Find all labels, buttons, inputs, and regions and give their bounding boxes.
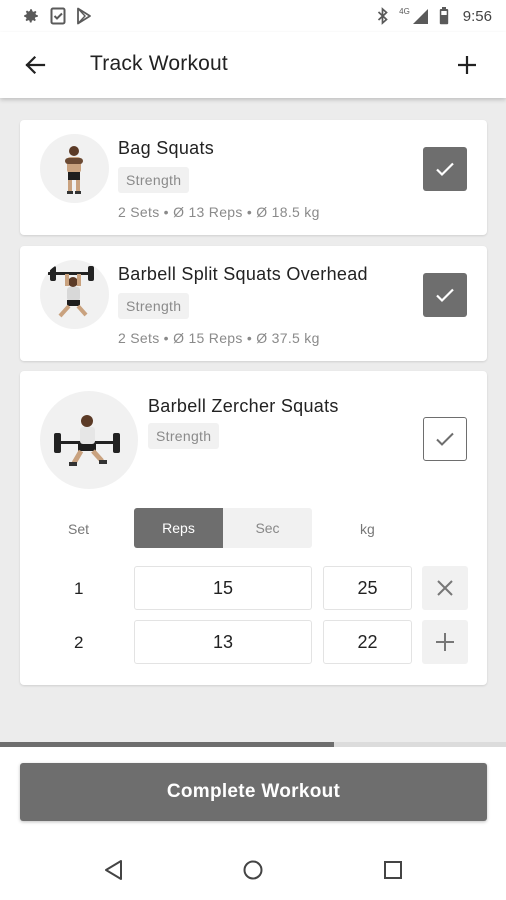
reps-input[interactable]: 13 <box>134 620 312 664</box>
close-icon <box>437 580 453 596</box>
sec-toggle[interactable]: Sec <box>223 508 312 548</box>
complete-checkbox[interactable] <box>423 273 467 317</box>
kg-column-label: kg <box>360 521 375 537</box>
set-number: 1 <box>74 579 84 598</box>
exercise-list: Bag Squats Strength 2 Sets • Ø 13 Reps •… <box>0 98 506 750</box>
exercise-image <box>40 134 109 203</box>
category-tag: Strength <box>148 423 220 449</box>
set-number: 2 <box>74 633 84 652</box>
settings-icon <box>24 9 38 23</box>
check-icon <box>436 288 454 303</box>
exercise-image <box>40 260 109 329</box>
system-nav-bar <box>0 839 506 900</box>
exercise-card[interactable]: Barbell Split Squats Overhead Strength 2… <box>20 246 487 361</box>
add-set-button[interactable] <box>422 620 468 664</box>
back-arrow-icon[interactable] <box>22 52 48 78</box>
complete-workout-button[interactable]: Complete Workout <box>20 763 487 821</box>
nav-home-icon[interactable] <box>240 857 266 883</box>
exercise-card[interactable]: Bag Squats Strength 2 Sets • Ø 13 Reps •… <box>20 120 487 235</box>
signal-icon <box>412 8 428 24</box>
page-title: Track Workout <box>90 52 228 75</box>
plus-icon <box>436 633 454 651</box>
bottom-action-area: Complete Workout <box>0 747 506 839</box>
exercise-image <box>40 391 138 489</box>
category-tag: Strength <box>118 293 190 319</box>
status-bar: 4G 9:56 <box>0 0 506 32</box>
play-store-icon <box>77 7 91 25</box>
exercise-name: Barbell Split Squats Overhead <box>118 264 368 284</box>
set-column-label: Set <box>68 521 90 537</box>
nav-recents-icon[interactable] <box>380 857 406 883</box>
app-bar: Track Workout <box>0 32 506 98</box>
exercise-name: Barbell Zercher Squats <box>148 396 339 416</box>
reps-toggle[interactable]: Reps <box>134 508 223 548</box>
status-time: 9:56 <box>462 7 492 25</box>
complete-checkbox[interactable] <box>423 417 467 461</box>
network-type-label: 4G <box>399 6 410 16</box>
bluetooth-icon <box>378 7 388 25</box>
clipboard-check-icon <box>50 7 66 25</box>
exercise-summary: 2 Sets • Ø 15 Reps • Ø 37.5 kg <box>118 330 320 346</box>
battery-icon <box>439 7 448 25</box>
category-tag: Strength <box>118 167 190 193</box>
complete-checkbox[interactable] <box>423 147 467 191</box>
nav-back-icon[interactable] <box>101 857 127 883</box>
check-icon <box>436 432 454 446</box>
reps-input[interactable]: 15 <box>134 566 312 610</box>
add-icon[interactable] <box>454 52 480 78</box>
exercise-card-expanded[interactable]: Barbell Zercher Squats Strength Set Reps… <box>20 371 487 685</box>
check-icon <box>436 162 454 177</box>
exercise-name: Bag Squats <box>118 138 215 158</box>
exercise-summary: 2 Sets • Ø 13 Reps • Ø 18.5 kg <box>118 204 320 220</box>
remove-set-button[interactable] <box>422 566 468 610</box>
weight-input[interactable]: 25 <box>323 566 412 610</box>
weight-input[interactable]: 22 <box>323 620 412 664</box>
